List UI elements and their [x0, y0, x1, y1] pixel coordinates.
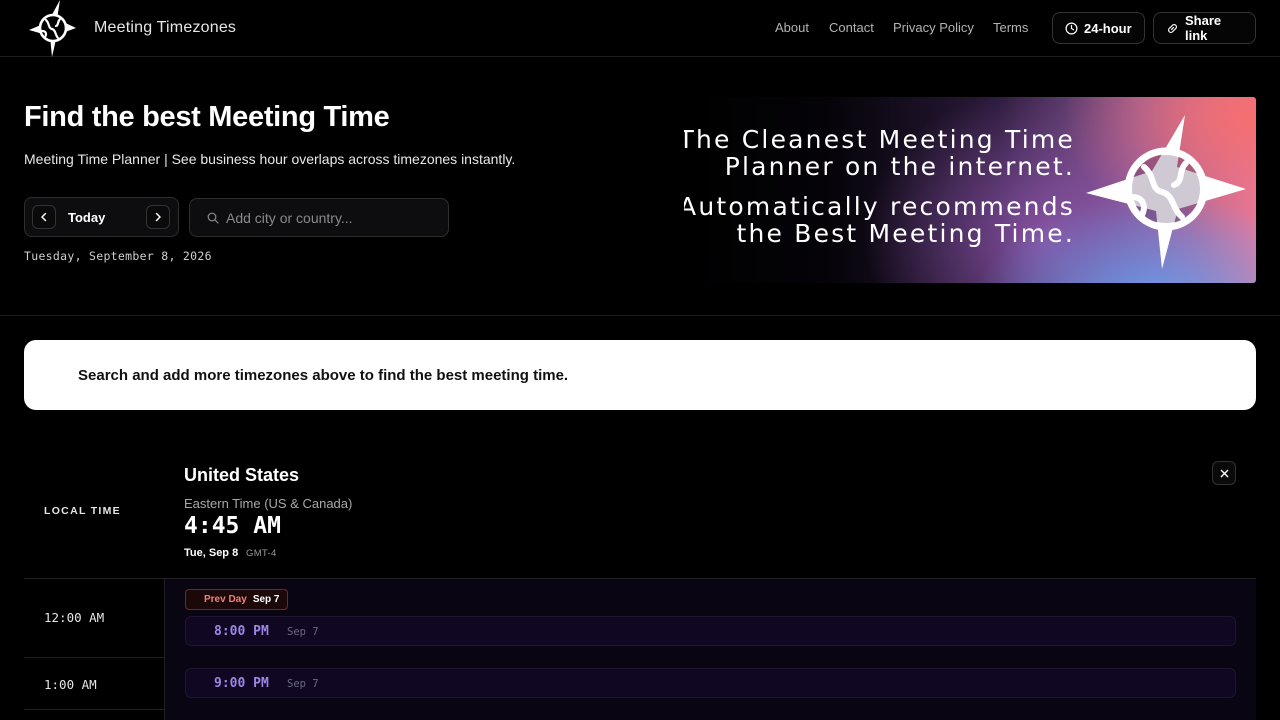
info-notice: Search and add more timezones above to f… — [24, 340, 1256, 410]
section-divider — [0, 315, 1280, 316]
banner-line-3: Automatically recommends — [684, 192, 1075, 221]
chevron-left-icon — [41, 212, 47, 222]
local-hour-label: 1:00 AM — [44, 677, 97, 692]
timezone-current-day: Tue, Sep 8 — [184, 547, 239, 559]
promo-banner: The Cleanest Meeting Time Planner on the… — [684, 97, 1256, 283]
nav-privacy-link[interactable]: Privacy Policy — [893, 20, 974, 35]
search-icon — [207, 212, 219, 224]
time-format-button[interactable]: 24-hour — [1052, 12, 1145, 44]
page-subtitle: Meeting Time Planner | See business hour… — [24, 151, 516, 167]
banner-line-1: The Cleanest Meeting Time — [684, 125, 1075, 154]
banner-line-4: the Best Meeting Time. — [736, 219, 1075, 248]
time-slot[interactable]: 9:00 PM Sep 7 — [185, 668, 1236, 698]
chevron-right-icon — [155, 212, 161, 222]
slot-date: Sep 7 — [287, 678, 319, 690]
slot-time: 8:00 PM — [214, 624, 269, 639]
time-slot[interactable]: 8:00 PM Sep 7 — [185, 616, 1236, 646]
timezone-name: Eastern Time (US & Canada) — [184, 496, 353, 511]
selected-date: Tuesday, September 8, 2026 — [24, 249, 212, 263]
clock-icon — [1065, 22, 1078, 34]
nav-terms-link[interactable]: Terms — [993, 20, 1028, 35]
link-icon — [1168, 23, 1177, 33]
previous-day-button[interactable] — [32, 205, 56, 229]
nav-contact-link[interactable]: Contact — [829, 20, 874, 35]
next-day-button[interactable] — [146, 205, 170, 229]
close-icon — [1220, 469, 1228, 477]
local-time-label: LOCAL TIME — [44, 505, 121, 517]
slot-date: Sep 7 — [287, 626, 319, 638]
local-hour-label: 12:00 AM — [44, 610, 105, 625]
info-notice-text: Search and add more timezones above to f… — [78, 367, 569, 384]
prev-day-date: Sep 7 — [252, 594, 280, 605]
top-header: Meeting Timezones About Contact Privacy … — [0, 0, 1280, 57]
column-divider — [164, 579, 165, 720]
globe-compass-logo-icon[interactable] — [24, 0, 84, 57]
row-divider — [24, 657, 164, 658]
prev-day-label: Prev Day — [204, 594, 247, 605]
share-link-button[interactable]: Share link — [1153, 12, 1256, 44]
remove-timezone-button[interactable] — [1212, 461, 1236, 485]
timezone-country: United States — [184, 465, 300, 485]
page-title: Find the best Meeting Time — [24, 101, 390, 133]
timezone-card: LOCAL TIME United States Eastern Time (U… — [24, 440, 1256, 720]
city-search-input[interactable] — [226, 208, 436, 228]
time-format-label: 24-hour — [1084, 20, 1132, 36]
city-search[interactable] — [189, 198, 449, 237]
brand-name[interactable]: Meeting Timezones — [94, 19, 236, 37]
timezone-current-time: 4:45 AM — [184, 513, 281, 539]
banner-line-2: Planner on the internet. — [724, 152, 1075, 181]
today-button[interactable]: Today — [68, 210, 105, 225]
share-link-label: Share link — [1185, 13, 1222, 43]
nav-about-link[interactable]: About — [775, 20, 809, 35]
hour-grid — [164, 579, 1256, 720]
date-navigator: Today — [24, 197, 179, 237]
globe-compass-logo-icon — [1086, 115, 1246, 269]
prev-day-badge: Prev Day Sep 7 — [185, 589, 288, 610]
slot-time: 9:00 PM — [214, 676, 269, 691]
timezone-offset: GMT-4 — [246, 548, 277, 559]
row-divider — [24, 709, 164, 710]
